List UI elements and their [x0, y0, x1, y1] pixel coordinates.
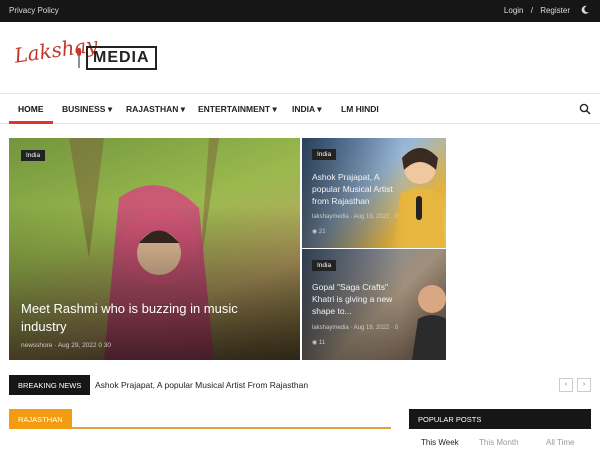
breaking-news-bar: BREAKING NEWS Ashok Prajapat, A popular …: [9, 375, 600, 395]
hero-side-card-2[interactable]: India Gopal "Saga Crafts" Khatri is givi…: [302, 249, 446, 360]
hero-main-shade: [9, 204, 300, 360]
main-nav: HOME BUSINESS ▾ RAJASTHAN ▾ ENTERTAINMEN…: [0, 93, 600, 124]
nav-active-underline: [9, 121, 53, 124]
nav-entertainment[interactable]: ENTERTAINMENT ▾: [198, 104, 277, 115]
breaking-next-button[interactable]: ›: [577, 378, 591, 392]
hero-side-tag-1[interactable]: India: [312, 149, 337, 160]
logo-media: MEDIA: [86, 46, 157, 70]
rajasthan-section-label[interactable]: RAJASTHAN: [9, 409, 72, 429]
hero-main-tag[interactable]: India: [21, 150, 46, 161]
nav-lm-hindi[interactable]: LM HINDI: [341, 104, 379, 114]
tab-this-month[interactable]: This Month: [479, 438, 519, 447]
hero-side-tag-2[interactable]: India: [312, 260, 337, 271]
popular-posts-header: POPULAR POSTS: [409, 409, 591, 429]
breaking-prev-button[interactable]: ‹: [559, 378, 573, 392]
hero-side-views-1: ◉ 21: [312, 229, 326, 235]
eye-icon: ◉: [312, 229, 318, 235]
hero-side-meta-2: lakshaymedia · Aug 19, 2022 · 0: [312, 325, 399, 331]
rajasthan-section-header: RAJASTHAN: [9, 409, 391, 429]
hero-side-title-1[interactable]: Ashok Prajapat, A popular Musical Artist…: [312, 171, 408, 207]
hero-side-meta-1: lakshaymedia · Aug 19, 2022 · 0: [312, 214, 399, 220]
hero-side-views-2: ◉ 11: [312, 340, 326, 346]
breaking-news-label: BREAKING NEWS: [9, 375, 91, 395]
tab-this-week[interactable]: This Week: [421, 438, 459, 447]
nav-business[interactable]: BUSINESS ▾: [62, 104, 112, 115]
popular-tabs: This Week This Month All Time: [409, 437, 591, 449]
hero-main-title[interactable]: Meet Rashmi who is buzzing in music indu…: [21, 300, 281, 336]
hero-side-card-1[interactable]: India Ashok Prajapat, A popular Musical …: [302, 138, 446, 248]
breaking-news-headline[interactable]: Ashok Prajapat, A popular Musical Artist…: [95, 380, 308, 390]
hero-side-title-2[interactable]: Gopal "Saga Crafts" Khatri is giving a n…: [312, 281, 408, 317]
site-logo[interactable]: Lakshay MEDIA: [12, 32, 157, 80]
eye-icon: ◉: [312, 340, 318, 346]
hero-main-card[interactable]: India Meet Rashmi who is buzzing in musi…: [9, 138, 300, 360]
nav-rajasthan[interactable]: RAJASTHAN ▾: [126, 104, 185, 115]
moon-icon[interactable]: [580, 5, 590, 15]
register-link[interactable]: Register: [540, 6, 570, 15]
auth-separator: /: [530, 6, 533, 15]
top-bar: Privacy Policy Login / Register: [0, 0, 600, 22]
search-icon[interactable]: [579, 103, 591, 115]
mic-icon: [77, 48, 81, 68]
privacy-policy-link[interactable]: Privacy Policy: [9, 6, 59, 15]
popular-posts-label: POPULAR POSTS: [418, 415, 482, 424]
hero-main-meta: newsshore · Aug 29, 2022 0 30: [21, 342, 111, 349]
nav-home[interactable]: HOME: [18, 104, 44, 114]
nav-india[interactable]: INDIA ▾: [292, 104, 321, 115]
tab-all-time[interactable]: All Time: [546, 438, 574, 447]
login-link[interactable]: Login: [504, 6, 524, 15]
auth-links: Login / Register: [504, 6, 570, 15]
